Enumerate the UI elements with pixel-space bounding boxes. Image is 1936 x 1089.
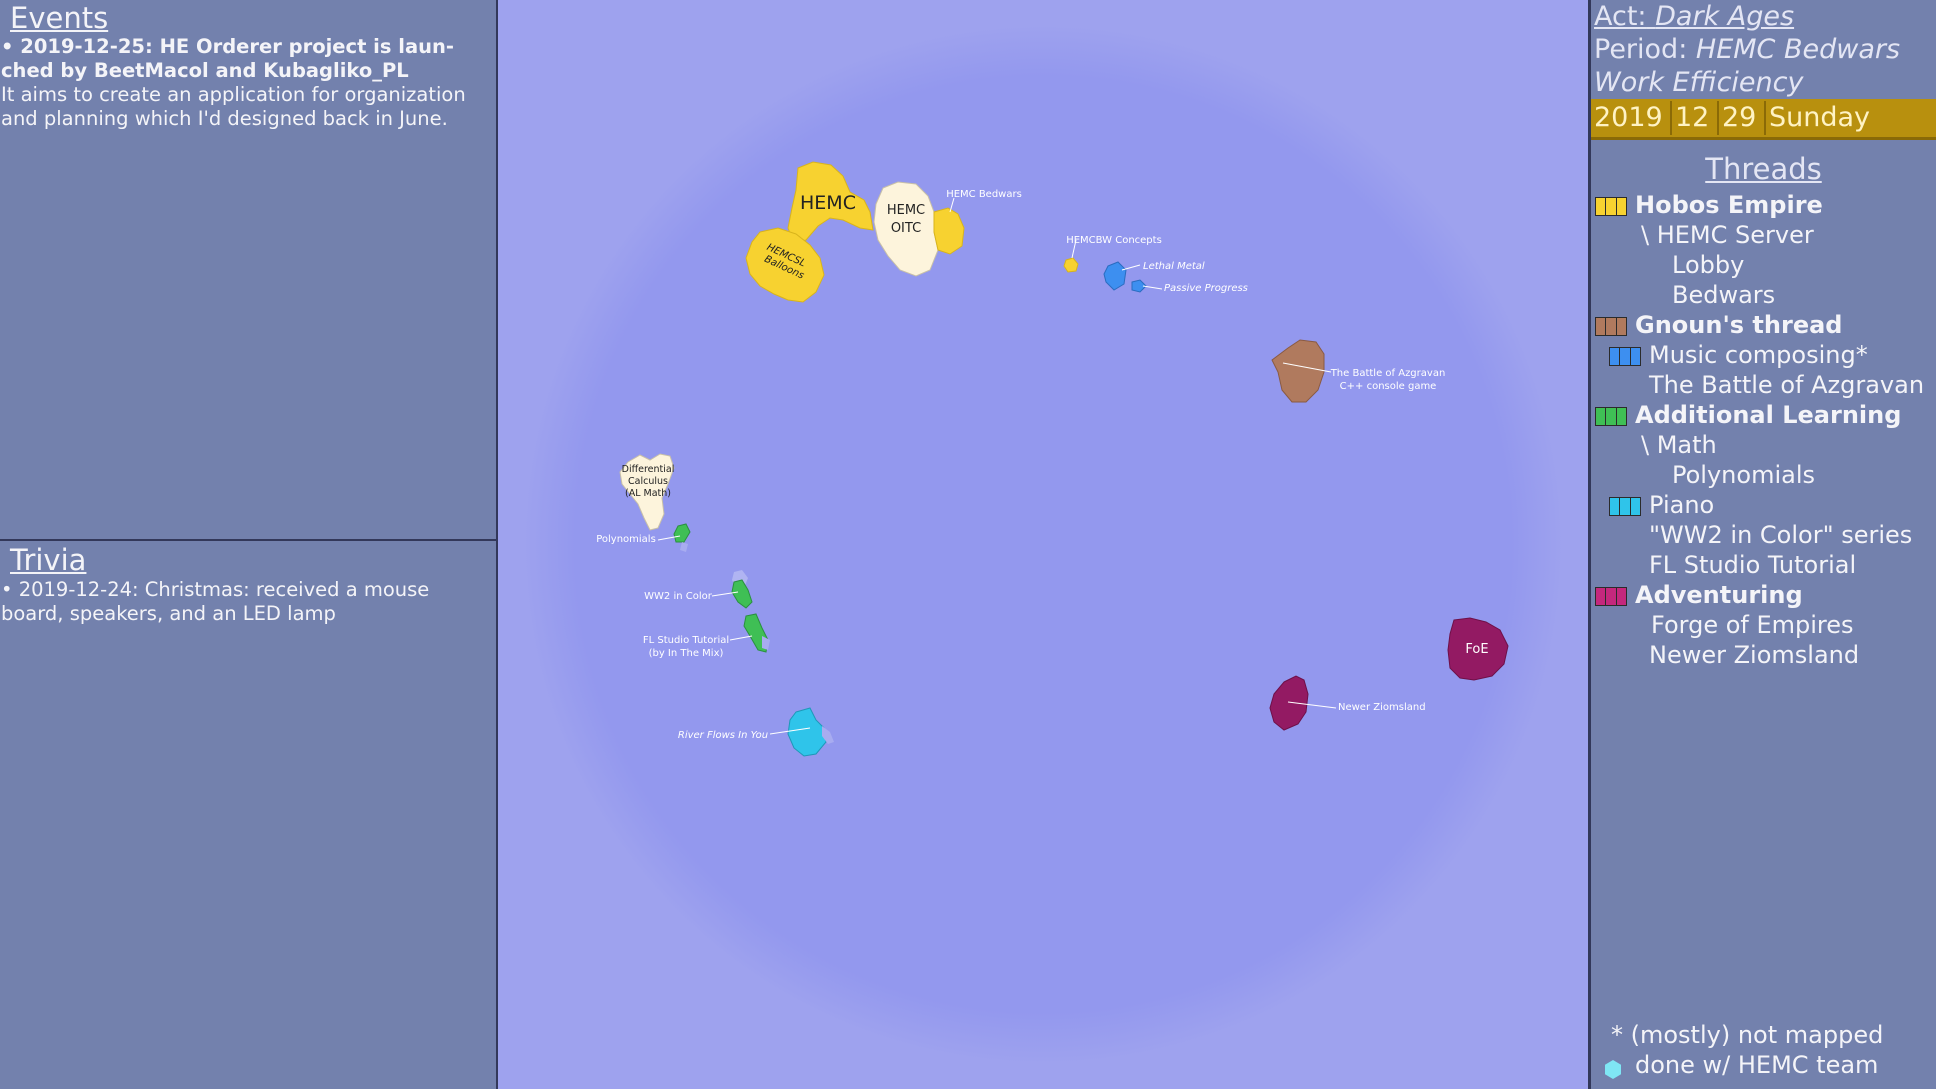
thread-piano[interactable]: Piano — [1609, 490, 1715, 520]
region-polynomials-shadow — [680, 542, 688, 552]
region-lethal-metal[interactable] — [1103, 261, 1127, 291]
region-river-flows-in-you[interactable] — [787, 707, 827, 757]
swatch-hobos — [1595, 197, 1627, 216]
events-title: Events — [10, 1, 109, 35]
label-polynomials: Polynomials — [596, 534, 656, 545]
map-area[interactable]: HEMC HEMCSL Balloons HEMC OITC HEMC Bedw… — [498, 0, 1588, 1089]
thread-label: Piano — [1649, 491, 1715, 519]
swatch-music — [1609, 347, 1641, 366]
legend: * (mostly) not mapped done w/ HEMC team — [1591, 1020, 1936, 1080]
thread-battle-of-azgravan[interactable]: The Battle of Azgravan — [1649, 370, 1924, 400]
thread-hobos-empire[interactable]: Hobos Empire — [1595, 190, 1823, 220]
label-foe: FoE — [1465, 642, 1488, 657]
act-line: Act: Dark Ages — [1594, 0, 1794, 33]
region-hemcbw-concepts[interactable] — [1063, 257, 1079, 273]
trivia-list: • 2019-12-24: Christmas: received a mous… — [1, 578, 493, 626]
leader-passive-progress — [1142, 285, 1163, 290]
region-ww2-in-color[interactable] — [731, 579, 753, 609]
region-battle-of-azgravan[interactable] — [1271, 339, 1325, 403]
thread-polynomials[interactable]: Polynomials — [1672, 460, 1815, 490]
label-diffcalc-2: Calculus — [628, 476, 668, 487]
period-label: Period: — [1594, 34, 1688, 65]
events-list: • 2019-12-25: HE Orderer project is laun… — [1, 35, 493, 131]
date-month: 12 — [1675, 102, 1710, 133]
trivia-item: • 2019-12-24: Christmas: received a mous… — [1, 578, 430, 625]
thread-label: Music composing* — [1649, 341, 1868, 369]
label-hemc: HEMC — [800, 192, 856, 214]
thread-newer-ziomsland[interactable]: Newer Ziomsland — [1649, 640, 1859, 670]
label-ww2: WW2 in Color — [644, 591, 713, 602]
thread-adventuring[interactable]: Adventuring — [1595, 580, 1803, 610]
thread-label: Hobos Empire — [1635, 191, 1823, 219]
label-hemcbw-concepts: HEMCBW Concepts — [1066, 235, 1162, 246]
swatch-piano — [1609, 497, 1641, 516]
divider — [0, 539, 496, 541]
thread-music-composing[interactable]: Music composing* — [1609, 340, 1868, 370]
date-year: 2019 — [1594, 102, 1663, 133]
legend-hemc-team: done w/ HEMC team — [1635, 1051, 1879, 1079]
label-hemc-bedwars: HEMC Bedwars — [946, 189, 1022, 200]
label-azgravan-2: C++ console game — [1340, 381, 1437, 392]
thread-forge-of-empires[interactable]: Forge of Empires — [1651, 610, 1854, 640]
thread-gnouns-thread[interactable]: Gnoun's thread — [1595, 310, 1843, 340]
trivia-title: Trivia — [10, 543, 87, 577]
region-polynomials[interactable] — [673, 523, 691, 543]
label-fl-1: FL Studio Tutorial — [643, 635, 729, 646]
threads-title: Threads — [1705, 152, 1822, 186]
thread-ww2-in-color[interactable]: "WW2 in Color" series — [1649, 520, 1912, 550]
label-diffcalc-3: (AL Math) — [625, 488, 671, 499]
label-diffcalc-1: Differential — [622, 464, 675, 475]
label-hemc-oitc-2: OITC — [891, 221, 921, 236]
right-panel: Act: Dark Ages Period: HEMC Bedwars Work… — [1591, 0, 1936, 1089]
period-value: HEMC Bedwars — [1695, 34, 1901, 65]
leader-fl-studio — [729, 635, 753, 641]
work-efficiency: Work Efficiency — [1594, 67, 1804, 98]
thread-label: Additional Learning — [1635, 401, 1902, 429]
label-hemc-oitc-1: HEMC — [887, 203, 925, 218]
label-river: River Flows In You — [678, 730, 768, 741]
thread-label: Gnoun's thread — [1635, 311, 1843, 339]
label-passive-progress: Passive Progress — [1164, 283, 1248, 294]
swatch-gnoun — [1595, 317, 1627, 336]
date-bar: 2019 12 29 Sunday — [1591, 99, 1936, 140]
legend-not-mapped: * (mostly) not mapped — [1611, 1021, 1884, 1049]
thread-hemc-server[interactable]: \ HEMC Server — [1641, 220, 1814, 250]
thread-math[interactable]: \ Math — [1641, 430, 1717, 460]
thread-bedwars[interactable]: Bedwars — [1672, 280, 1775, 310]
thread-fl-studio[interactable]: FL Studio Tutorial — [1649, 550, 1856, 580]
date-day: 29 — [1722, 102, 1757, 133]
left-panel: Events • 2019-12-25: HE Orderer project … — [0, 0, 496, 1089]
period-line: Period: HEMC Bedwars — [1594, 33, 1900, 66]
event-headline: • 2019-12-25: HE Orderer project is laun… — [1, 35, 454, 82]
region-newer-ziomsland[interactable] — [1269, 675, 1309, 731]
region-fl-studio-shadow — [762, 636, 770, 650]
swatch-learning — [1595, 407, 1627, 426]
map-canvas: HEMC HEMCSL Balloons HEMC OITC HEMC Bedw… — [596, 161, 1509, 757]
leader-lethal-metal — [1121, 264, 1141, 271]
thread-label: Adventuring — [1635, 581, 1803, 609]
region-hemc-bedwars[interactable] — [933, 207, 965, 255]
label-fl-2: (by In The Mix) — [649, 648, 724, 659]
date-weekday: Sunday — [1769, 102, 1871, 133]
label-newer-ziomsland: Newer Ziomsland — [1338, 702, 1426, 713]
act-value: Dark Ages — [1655, 1, 1795, 32]
label-azgravan-1: The Battle of Azgravan — [1330, 368, 1446, 379]
act-label: Act: — [1594, 1, 1647, 32]
swatch-adventuring — [1595, 587, 1627, 606]
label-lethal-metal: Lethal Metal — [1143, 261, 1205, 272]
thread-lobby[interactable]: Lobby — [1672, 250, 1744, 280]
thread-additional-learning[interactable]: Additional Learning — [1595, 400, 1902, 430]
event-description: It aims to create an application for org… — [1, 83, 466, 130]
